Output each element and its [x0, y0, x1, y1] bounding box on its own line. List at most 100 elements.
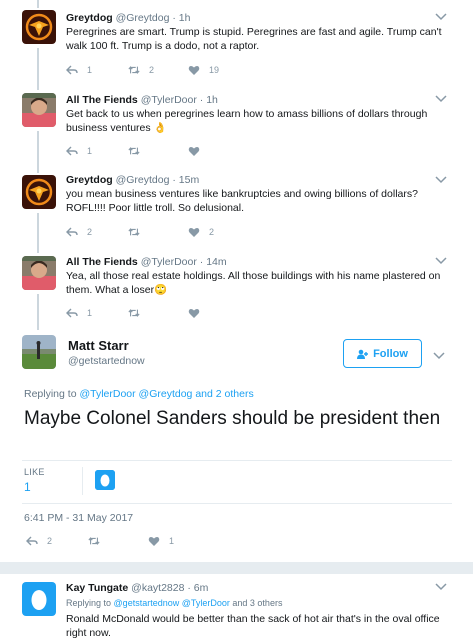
tweet-header: All The Fiends @TylerDoor · 1h [66, 94, 218, 106]
tweet-text: Yea, all those real estate holdings. All… [66, 270, 441, 296]
avatar[interactable] [22, 335, 56, 369]
chevron-down-icon[interactable] [435, 582, 447, 592]
replying-to: Replying to @TylerDoor @Greytdog and 2 o… [24, 388, 254, 400]
thread-line [37, 294, 39, 330]
author-handle[interactable]: @Greytdog [116, 12, 170, 24]
tweet-time[interactable]: 1h [206, 94, 218, 106]
like-button[interactable] [188, 144, 209, 158]
separator-dot: · [187, 582, 191, 594]
chevron-down-icon[interactable] [435, 94, 447, 104]
author-name[interactable]: All The Fiends [66, 94, 138, 106]
chevron-down-icon[interactable] [435, 12, 447, 22]
author-handle[interactable]: @TylerDoor [141, 256, 197, 268]
others-text[interactable]: and 3 others [232, 598, 282, 608]
thread-line [37, 48, 39, 90]
divider [22, 460, 452, 461]
retweet-button[interactable]: 2 [128, 63, 154, 77]
like-stat-label: LIKE [24, 467, 45, 477]
reply-icon [66, 146, 78, 156]
chevron-down-icon[interactable] [433, 348, 445, 360]
author-handle[interactable]: @TylerDoor [141, 94, 197, 106]
liker-avatar[interactable] [95, 470, 115, 490]
main-tweet-text: Maybe Colonel Sanders should be presiden… [24, 408, 441, 429]
others-link[interactable]: and 2 others [195, 388, 253, 400]
tweet-timestamp[interactable]: 6:41 PM - 31 May 2017 [24, 512, 133, 524]
reply-icon [66, 65, 78, 75]
retweet-button[interactable] [128, 306, 149, 320]
heart-icon [188, 146, 200, 156]
like-count: 2 [209, 227, 215, 237]
tweet-time[interactable]: 6m [194, 582, 209, 594]
like-stat-value[interactable]: 1 [24, 480, 31, 494]
tweet-header: All The Fiends @TylerDoor · 14m [66, 256, 227, 268]
replying-to: Replying to @getstartednow @TylerDoor an… [66, 598, 282, 608]
chevron-down-icon[interactable] [435, 256, 447, 266]
author-handle[interactable]: @getstartednow [68, 355, 145, 367]
separator-dot: · [172, 174, 176, 186]
retweet-icon [88, 537, 100, 545]
mention-link[interactable]: @TylerDoor [79, 388, 135, 400]
retweet-icon [128, 147, 140, 155]
mention-link[interactable]: @getstartednow [114, 598, 180, 608]
retweet-icon [128, 66, 140, 74]
retweet-button[interactable] [128, 225, 149, 239]
thread-line [37, 131, 39, 173]
tweet-text: Peregrines are smart. Trump is stupid. P… [66, 26, 442, 52]
divider [22, 503, 452, 504]
reply-button[interactable]: 2 [66, 225, 92, 239]
author-name[interactable]: Greytdog [66, 12, 113, 24]
mention-link[interactable]: @Greytdog [139, 388, 193, 400]
heart-icon [188, 227, 200, 237]
like-button[interactable] [188, 306, 209, 320]
reply-button[interactable]: 1 [66, 63, 92, 77]
follow-button[interactable]: Follow [343, 339, 422, 368]
avatar[interactable] [22, 256, 56, 290]
thread-line [37, 0, 39, 8]
tweet-time[interactable]: 14m [206, 256, 226, 268]
heart-icon [148, 536, 160, 546]
reply-icon [66, 308, 78, 318]
tweet-text: Ronald McDonald would be better than the… [66, 613, 440, 639]
author-name[interactable]: All The Fiends [66, 256, 138, 268]
reply-icon [26, 536, 38, 546]
mention-link[interactable]: @TylerDoor [182, 598, 230, 608]
retweet-icon [128, 309, 140, 317]
reply-count: 2 [47, 536, 53, 546]
author-name[interactable]: Matt Starr [68, 338, 129, 353]
like-count: 19 [209, 65, 220, 75]
retweet-button[interactable] [128, 144, 149, 158]
avatar[interactable] [22, 175, 56, 209]
like-button[interactable]: 2 [188, 225, 214, 239]
like-button[interactable]: 19 [188, 63, 219, 77]
thread-line [37, 213, 39, 253]
reply-icon [66, 227, 78, 237]
separator-dot: · [199, 94, 204, 106]
separator-dot: · [199, 256, 204, 268]
reply-button[interactable]: 1 [66, 306, 92, 320]
avatar[interactable] [22, 10, 56, 44]
like-button[interactable]: 1 [148, 534, 174, 548]
section-separator [0, 562, 473, 574]
heart-icon [188, 65, 200, 75]
author-name[interactable]: Kay Tungate [66, 582, 128, 594]
heart-icon [188, 308, 200, 318]
avatar[interactable] [22, 93, 56, 127]
reply-button[interactable]: 1 [66, 144, 92, 158]
replying-prefix: Replying to [24, 388, 77, 400]
replying-prefix: Replying to [66, 598, 112, 608]
tweet-header: Greytdog @Greytdog · 1h [66, 12, 190, 24]
avatar[interactable] [22, 582, 56, 616]
reply-count: 1 [87, 65, 93, 75]
author-handle[interactable]: @kayt2828 [131, 582, 184, 594]
reply-count: 1 [87, 146, 93, 156]
chevron-down-icon[interactable] [435, 175, 447, 185]
tweet-text: you mean business ventures like bankrupt… [66, 188, 418, 214]
tweet-time[interactable]: 1h [179, 12, 191, 24]
tweet-header: Kay Tungate @kayt2828 · 6m [66, 582, 208, 594]
tweet-time[interactable]: 15m [179, 174, 199, 186]
author-handle[interactable]: @Greytdog [116, 174, 170, 186]
retweet-count: 2 [149, 65, 155, 75]
author-name[interactable]: Greytdog [66, 174, 113, 186]
reply-button[interactable]: 2 [26, 534, 52, 548]
retweet-button[interactable] [88, 534, 109, 548]
